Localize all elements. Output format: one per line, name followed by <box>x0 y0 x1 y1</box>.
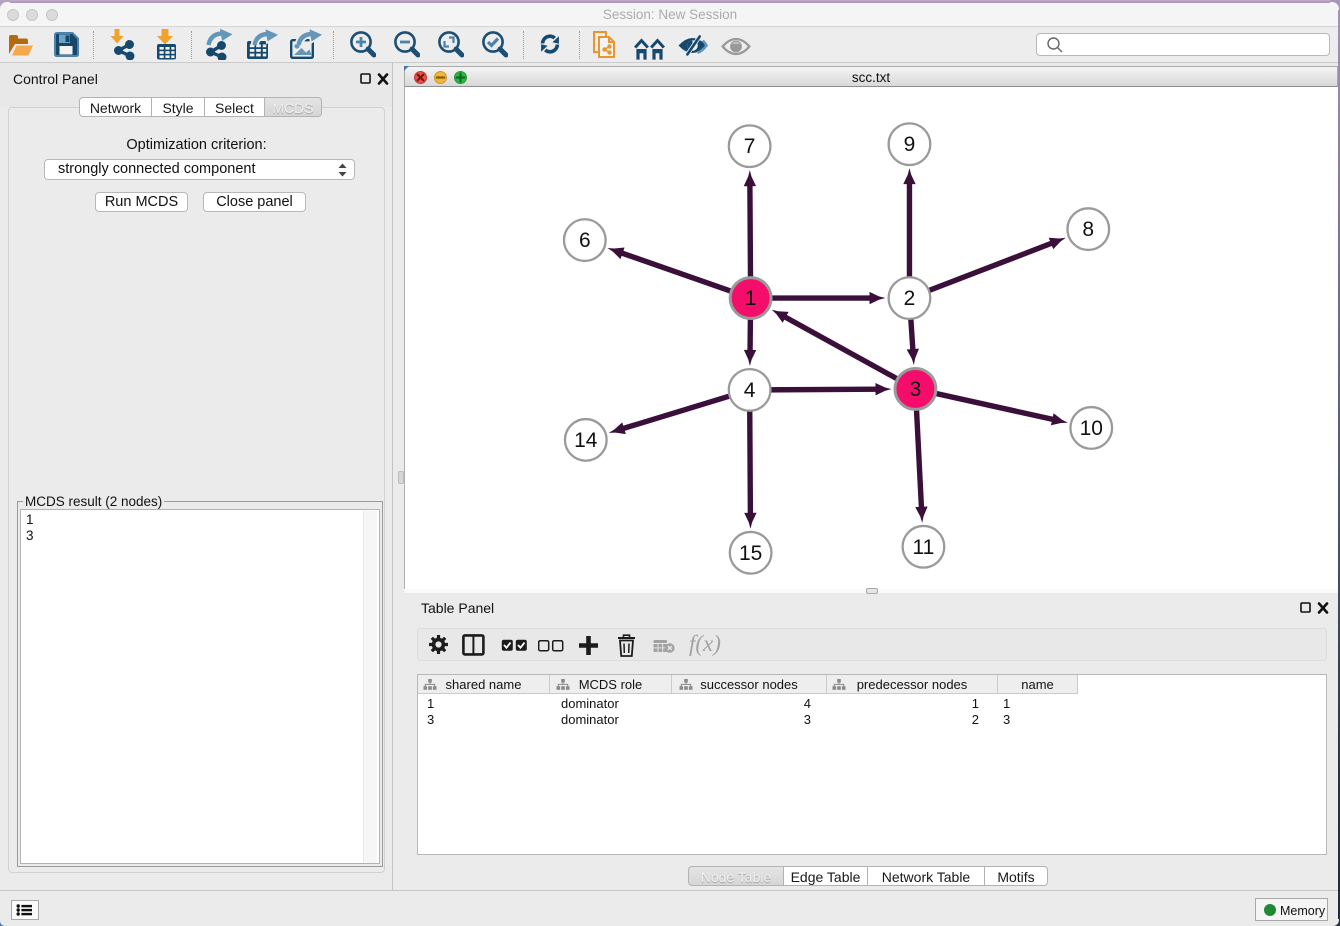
svg-text:10: 10 <box>1080 417 1103 440</box>
svg-text:1: 1 <box>745 287 757 310</box>
svg-text:11: 11 <box>913 536 935 559</box>
svg-text:6: 6 <box>579 229 591 252</box>
svg-text:9: 9 <box>904 133 916 156</box>
svg-text:3: 3 <box>910 378 922 401</box>
svg-text:4: 4 <box>744 379 756 402</box>
svg-text:7: 7 <box>744 135 756 158</box>
svg-text:8: 8 <box>1082 218 1094 241</box>
svg-text:14: 14 <box>574 429 598 452</box>
svg-text:2: 2 <box>904 287 916 310</box>
svg-text:15: 15 <box>739 542 762 565</box>
